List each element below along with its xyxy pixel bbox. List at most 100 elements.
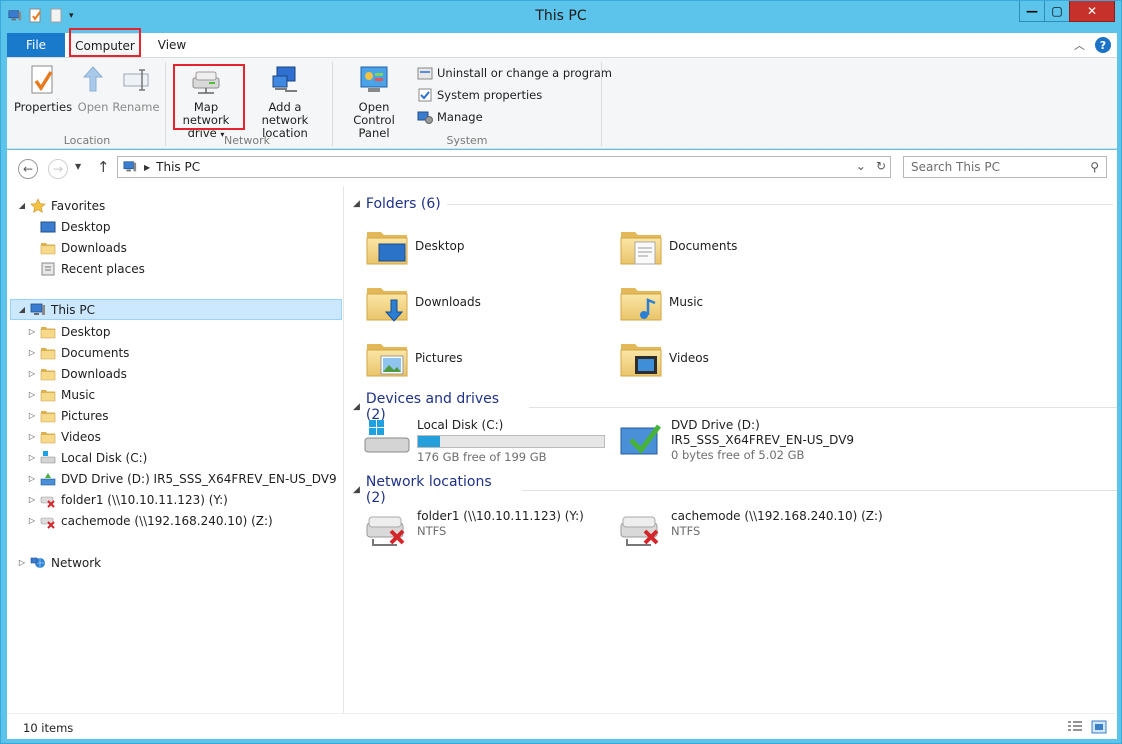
nav-fav-recent-places[interactable]: Recent places xyxy=(40,258,145,279)
rename-icon xyxy=(123,69,149,91)
drive-tile-local-disk[interactable]: Local Disk (C:) 176 GB free of 199 GB xyxy=(363,418,605,465)
folder-tile-pictures[interactable]: Pictures xyxy=(363,334,463,382)
details-view-icon[interactable] xyxy=(1067,720,1083,734)
maximize-button[interactable]: ▢ xyxy=(1044,1,1070,22)
address-bar[interactable]: ▶ This PC ⌄ ↻ xyxy=(117,156,891,178)
folder-name: Documents xyxy=(669,239,738,253)
refresh-icon[interactable]: ↻ xyxy=(876,159,886,173)
rename-label: Rename xyxy=(112,100,160,114)
rename-button[interactable]: Rename xyxy=(112,64,160,114)
manage-icon xyxy=(417,111,433,124)
nav-label: Pictures xyxy=(61,408,109,423)
downloads-folder-icon xyxy=(40,240,56,256)
expand-arrow-icon[interactable]: ▷ xyxy=(17,558,27,567)
address-history-chevron-icon[interactable]: ⌄ xyxy=(856,159,866,173)
folder-tile-documents[interactable]: Documents xyxy=(617,222,737,270)
search-box[interactable]: ⚲ xyxy=(903,156,1107,178)
collapse-arrow-icon[interactable]: ◢ xyxy=(353,199,360,209)
nav-pc-videos[interactable]: ▷ Videos xyxy=(27,426,101,447)
nav-pc-downloads[interactable]: ▷ Downloads xyxy=(27,363,127,384)
network-tile-cachemode[interactable]: cachemode (\\192.168.240.10) (Z:) NTFS xyxy=(617,509,883,549)
expand-arrow-icon[interactable]: ▷ xyxy=(27,411,37,420)
folder-name: Videos xyxy=(669,351,709,365)
folder-icon xyxy=(40,387,56,403)
breadcrumb-separator-icon[interactable]: ▶ xyxy=(144,163,150,172)
expand-arrow-icon[interactable]: ▷ xyxy=(27,348,37,357)
open-control-panel-button[interactable]: Open Control Panel xyxy=(337,64,411,140)
system-properties-button[interactable]: System properties xyxy=(417,86,542,104)
close-button[interactable]: ✕ xyxy=(1069,1,1115,22)
dvd-drive-details: DVD Drive (D:) IR5_SSS_X64FREV_EN-US_DV9… xyxy=(671,418,854,463)
this-pc-icon xyxy=(30,302,46,318)
nav-network[interactable]: ▷ Network xyxy=(17,552,101,573)
location-group-label: Location xyxy=(63,134,111,147)
address-path[interactable]: This PC xyxy=(156,160,200,174)
tab-file[interactable]: File xyxy=(7,33,65,57)
collapse-arrow-icon[interactable]: ◢ xyxy=(353,402,360,412)
expand-arrow-icon[interactable]: ▷ xyxy=(27,495,37,504)
folder-tile-videos[interactable]: Videos xyxy=(617,334,709,382)
search-input[interactable] xyxy=(904,157,1074,177)
expand-arrow-icon[interactable]: ▷ xyxy=(27,474,37,483)
control-panel-icon xyxy=(360,66,388,92)
nav-favorites[interactable]: ◢ Favorites xyxy=(17,195,105,216)
ribbon-tabs: File Computer View ︿ ? xyxy=(7,28,1117,57)
nav-pc-documents[interactable]: ▷ Documents xyxy=(27,342,130,363)
up-button[interactable]: ↑ xyxy=(97,158,110,176)
nav-this-pc[interactable]: ◢ This PC xyxy=(10,299,342,320)
nav-pc-pictures[interactable]: ▷ Pictures xyxy=(27,405,109,426)
folders-section-header[interactable]: ◢ Folders (6) xyxy=(353,196,1113,212)
search-icon[interactable]: ⚲ xyxy=(1090,160,1099,174)
forward-button[interactable]: → xyxy=(48,159,68,179)
nav-pc-music[interactable]: ▷ Music xyxy=(27,384,95,405)
nav-pc-network-drive-y[interactable]: ▷ folder1 (\\10.10.11.123) (Y:) xyxy=(27,489,228,510)
expand-arrow-icon[interactable]: ▷ xyxy=(27,369,37,378)
collapse-arrow-icon[interactable]: ◢ xyxy=(17,201,27,210)
network-section-header[interactable]: ◢ Network locations (2) xyxy=(353,474,1117,506)
nav-fav-desktop[interactable]: Desktop xyxy=(40,216,111,237)
minimize-ribbon-icon[interactable]: ︿ xyxy=(1074,37,1085,53)
nav-fav-downloads[interactable]: Downloads xyxy=(40,237,127,258)
minimize-button[interactable]: — xyxy=(1019,1,1045,22)
folder-name: Desktop xyxy=(415,239,465,253)
open-button[interactable]: Open xyxy=(73,64,113,114)
tab-computer[interactable]: Computer xyxy=(69,33,141,57)
manage-button[interactable]: Manage xyxy=(417,108,483,126)
nav-label: Documents xyxy=(61,345,130,360)
folder-tile-desktop[interactable]: Desktop xyxy=(363,222,465,270)
back-button[interactable]: ← xyxy=(18,159,38,179)
uninstall-program-icon xyxy=(417,67,433,80)
navigation-bar: ← → ▼ ↑ ▶ This PC ⌄ ↻ ⚲ xyxy=(7,150,1117,186)
expand-arrow-icon[interactable]: ▷ xyxy=(27,453,37,462)
folder-icon xyxy=(40,345,56,361)
large-icons-view-icon[interactable] xyxy=(1091,720,1107,734)
folder-tile-downloads[interactable]: Downloads xyxy=(363,278,481,326)
nav-label: DVD Drive (D:) IR5_SSS_X64FREV_EN-US_DV9 xyxy=(61,471,337,486)
tab-view[interactable]: View xyxy=(147,33,197,57)
nav-pc-dvd-drive[interactable]: ▷ DVD Drive (D:) IR5_SSS_X64FREV_EN-US_D… xyxy=(27,468,337,489)
map-network-drive-button[interactable]: Map network drive ▾ xyxy=(171,64,241,141)
expand-arrow-icon[interactable]: ▷ xyxy=(27,390,37,399)
expand-arrow-icon[interactable]: ▷ xyxy=(27,432,37,441)
nav-pc-network-drive-z[interactable]: ▷ cachemode (\\192.168.240.10) (Z:) xyxy=(27,510,273,531)
expand-arrow-icon[interactable]: ▷ xyxy=(27,516,37,525)
expand-arrow-icon[interactable]: ▷ xyxy=(27,327,37,336)
nav-pc-local-disk[interactable]: ▷ Local Disk (C:) xyxy=(27,447,147,468)
nav-label: Recent places xyxy=(61,261,145,276)
nav-label: Downloads xyxy=(61,240,127,255)
collapse-arrow-icon[interactable]: ◢ xyxy=(353,485,360,495)
network-drive-name: cachemode (\\192.168.240.10) (Z:) xyxy=(671,509,883,523)
recent-places-icon xyxy=(41,262,55,275)
collapse-arrow-icon[interactable]: ◢ xyxy=(17,305,27,314)
help-icon[interactable]: ? xyxy=(1095,37,1111,53)
uninstall-program-button[interactable]: Uninstall or change a program xyxy=(417,64,612,82)
drive-tile-dvd[interactable]: DVD Drive (D:) IR5_SSS_X64FREV_EN-US_DV9… xyxy=(617,418,854,463)
network-tile-folder1[interactable]: folder1 (\\10.10.11.123) (Y:) NTFS xyxy=(363,509,584,549)
system-properties-label: System properties xyxy=(437,88,543,102)
properties-button[interactable]: Properties xyxy=(14,64,72,114)
folder-tile-music[interactable]: Music xyxy=(617,278,703,326)
control-panel-label-1: Open Control xyxy=(353,100,395,127)
recent-locations-arrow-icon[interactable]: ▼ xyxy=(75,162,81,171)
nav-pc-desktop[interactable]: ▷ Desktop xyxy=(27,321,111,342)
add-network-location-button[interactable]: Add a network location xyxy=(245,64,325,140)
